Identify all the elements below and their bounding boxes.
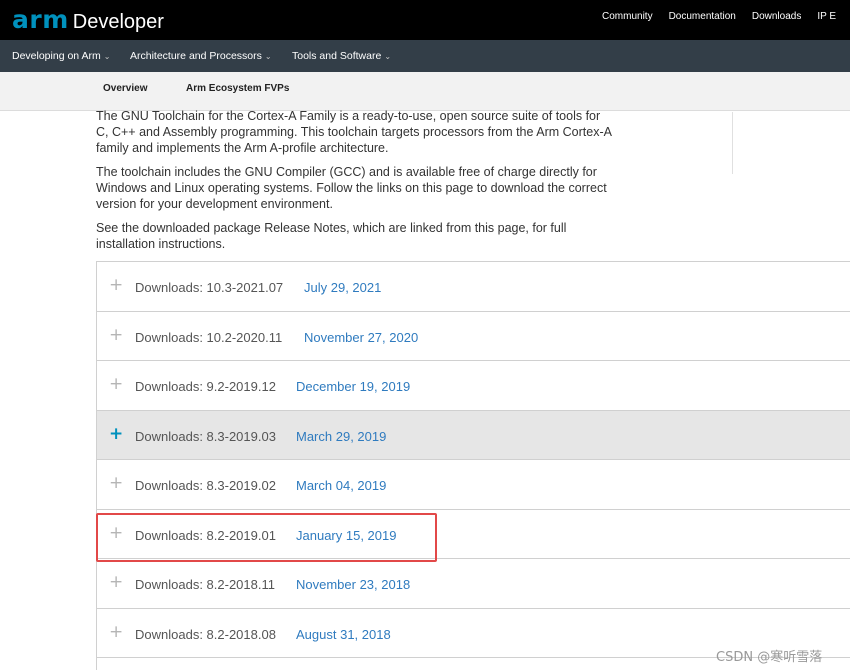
arm-developer-logo[interactable]: arm Developer	[12, 5, 164, 34]
download-version-label: Downloads: 8.3-2019.03	[135, 428, 276, 444]
subnav-tab-overview[interactable]: Overview	[103, 83, 147, 94]
plus-icon: +	[109, 572, 124, 592]
chevron-down-icon: ⌄	[384, 52, 392, 61]
top-link-downloads[interactable]: Downloads	[752, 11, 801, 22]
sub-nav: Overview Arm Ecosystem FVPs	[0, 72, 850, 111]
download-release-date: November 23, 2018	[296, 577, 411, 592]
top-header: arm Developer Community Documentation Do…	[0, 0, 850, 40]
subnav-tab-arm-ecosystem-fvps[interactable]: Arm Ecosystem FVPs	[186, 83, 289, 94]
download-row-8-3-2019-03[interactable]: + Downloads: 8.3-2019.03 March 29, 2019	[97, 410, 850, 460]
download-release-date: March 04, 2019	[296, 478, 387, 493]
top-link-community[interactable]: Community	[602, 11, 653, 22]
nav-item-label: Developing on Arm	[12, 50, 101, 62]
chevron-down-icon: ⌄	[264, 52, 272, 61]
download-row-10-3-2021-07[interactable]: + Downloads: 10.3-2021.07 July 29, 2021	[97, 262, 850, 312]
top-link-documentation[interactable]: Documentation	[669, 11, 736, 22]
download-row-9-2-2019-12[interactable]: + Downloads: 9.2-2019.12 December 19, 20…	[97, 361, 850, 411]
plus-icon: +	[109, 423, 124, 444]
download-version-label: Downloads: 10.2-2020.11	[135, 329, 283, 345]
download-row-10-2-2020-11[interactable]: + Downloads: 10.2-2020.11 November 27, 2…	[97, 311, 850, 361]
nav-item-tools-and-software[interactable]: Tools and Software ⌄	[292, 50, 391, 62]
watermark: CSDN @寒听雪落	[716, 650, 823, 665]
download-version-label: Downloads: 10.3-2021.07	[135, 280, 284, 295]
downloads-accordion: + Downloads: 10.3-2021.07 July 29, 2021 …	[96, 261, 850, 670]
download-release-date: December 19, 2019	[296, 379, 411, 394]
download-version-label: Downloads: 8.2-2018.08	[135, 626, 276, 642]
chevron-down-icon: ⌄	[103, 52, 111, 61]
intro-paragraph-3: See the downloaded package Release Notes…	[96, 221, 567, 251]
plus-icon: +	[109, 374, 124, 394]
main-nav: Developing on Arm ⌄ Architecture and Proc…	[0, 40, 850, 72]
download-release-date: July 29, 2021	[304, 280, 382, 295]
download-version-label: Downloads: 8.2-2018.11	[135, 577, 275, 592]
top-links: Community Documentation Downloads IP E	[602, 11, 850, 22]
plus-icon: +	[109, 473, 124, 493]
nav-item-architecture-and-processors[interactable]: Architecture and Processors ⌄	[130, 50, 272, 62]
plus-icon: +	[109, 275, 124, 295]
download-release-date: March 29, 2019	[296, 428, 387, 444]
download-release-date: August 31, 2018	[296, 626, 391, 642]
download-version-label: Downloads: 8.3-2019.02	[135, 478, 276, 493]
nav-item-label: Architecture and Processors	[130, 50, 262, 62]
intro-paragraph-2: The toolchain includes the GNU Compiler …	[96, 165, 607, 211]
arm-logo-text: arm	[12, 5, 69, 34]
sidebar-divider	[732, 112, 733, 174]
intro-paragraph-1: The GNU Toolchain for the Cortex-A Famil…	[96, 109, 612, 155]
top-link-ip[interactable]: IP E	[817, 11, 836, 22]
plus-icon: +	[109, 324, 124, 345]
developer-logo-text: Developer	[72, 11, 164, 33]
plus-icon: +	[109, 621, 124, 642]
nav-item-label: Tools and Software	[292, 50, 382, 62]
download-row-8-3-2019-02[interactable]: + Downloads: 8.3-2019.02 March 04, 2019	[97, 460, 850, 510]
nav-item-developing-on-arm[interactable]: Developing on Arm ⌄	[12, 50, 110, 62]
download-release-date: November 27, 2020	[304, 329, 419, 345]
download-row-8-2-2018-11[interactable]: + Downloads: 8.2-2018.11 November 23, 20…	[97, 559, 850, 609]
highlight-box	[96, 513, 437, 562]
download-version-label: Downloads: 9.2-2019.12	[135, 379, 276, 394]
